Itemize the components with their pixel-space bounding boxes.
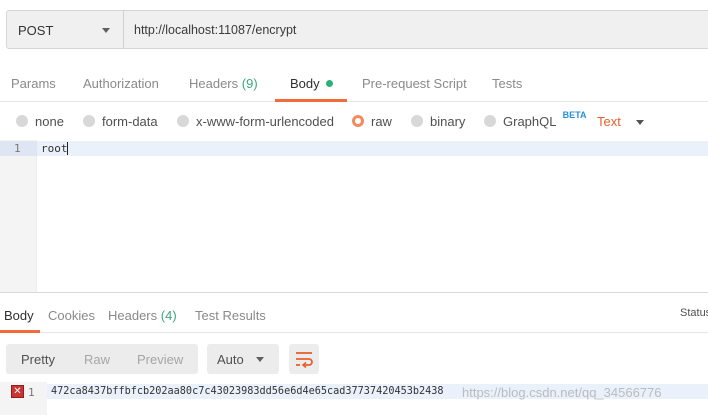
view-mode-pretty[interactable]: Pretty <box>21 352 55 367</box>
chevron-down-icon <box>256 357 264 362</box>
text-cursor <box>67 142 68 155</box>
radio-label: form-data <box>102 114 158 129</box>
postman-window: POST http://localhost:11087/encrypt Para… <box>0 0 708 415</box>
tab-count: (9) <box>241 76 258 91</box>
url-input[interactable]: http://localhost:11087/encrypt <box>123 10 708 49</box>
radio-label: GraphQL <box>503 114 557 129</box>
method-select[interactable]: POST <box>6 10 124 49</box>
radio-circle-icon <box>177 115 189 127</box>
active-line-highlight <box>0 141 708 156</box>
view-mode-preview[interactable]: Preview <box>137 352 183 367</box>
tab-label: Cookies <box>48 308 95 323</box>
view-mode-toggle: Pretty Raw Preview <box>6 344 198 374</box>
tab-label: Pre-request Script <box>362 76 467 91</box>
radio-circle-icon <box>83 115 95 127</box>
radio-label: raw <box>371 114 392 129</box>
wrap-lines-icon <box>296 352 313 369</box>
resp-tab-headers[interactable]: Headers (4) <box>108 308 177 323</box>
watermark: https://blog.csdn.net/qq_34566776 <box>462 385 662 400</box>
code-line: root <box>41 142 68 155</box>
tab-body[interactable]: Body <box>290 76 333 91</box>
radio-x-www-form-urlencoded[interactable]: x-www-form-urlencoded <box>177 114 334 129</box>
editor-gutter <box>0 140 37 292</box>
resp-tab-body[interactable]: Body <box>4 308 34 323</box>
response-body-viewer[interactable]: ✕ 1 472ca8437bffbfcb202aa80c7c43023983dd… <box>0 382 708 415</box>
beta-badge: BETA <box>562 110 587 120</box>
response-line: 472ca8437bffbfcb202aa80c7c43023983dd56e6… <box>51 386 444 397</box>
radio-circle-icon <box>411 115 423 127</box>
tab-label: Params <box>11 76 56 91</box>
format-select[interactable]: Auto <box>207 344 279 374</box>
line-number: 1 <box>14 142 21 155</box>
chevron-down-icon <box>102 28 110 33</box>
tab-pre-request-script[interactable]: Pre-request Script <box>362 76 467 91</box>
tab-label: Authorization <box>83 76 159 91</box>
radio-label: binary <box>430 114 466 129</box>
status-label: Status <box>680 307 708 319</box>
url-value: http://localhost:11087/encrypt <box>134 23 297 37</box>
radio-label: none <box>35 114 64 129</box>
format-label: Auto <box>217 352 244 367</box>
tab-label: Body <box>4 308 34 323</box>
resp-tab-cookies[interactable]: Cookies <box>48 308 95 323</box>
active-tab-underline <box>0 330 40 333</box>
error-x-icon: ✕ <box>11 385 24 398</box>
tab-count: (4) <box>160 308 177 323</box>
radio-checked-icon <box>352 115 364 127</box>
chevron-down-icon <box>636 120 644 125</box>
response-tabs: Body Cookies Headers (4) Test Results St… <box>0 293 708 333</box>
content-type-label: Text <box>597 114 621 129</box>
tab-label: Tests <box>492 76 523 91</box>
active-tab-underline <box>275 99 347 102</box>
tab-label: Test Results <box>195 308 266 323</box>
radio-none[interactable]: none <box>16 114 64 129</box>
radio-circle-icon <box>484 115 496 127</box>
active-dot-icon <box>325 80 333 87</box>
content-type-select[interactable]: Text <box>597 114 644 129</box>
tab-authorization[interactable]: Authorization <box>83 76 159 91</box>
request-url-bar: POST http://localhost:11087/encrypt <box>0 0 708 58</box>
radio-binary[interactable]: binary <box>411 114 465 129</box>
tab-headers[interactable]: Headers (9) <box>189 76 258 91</box>
resp-tab-test-results[interactable]: Test Results <box>195 308 266 323</box>
line-number: 1 <box>28 386 35 399</box>
body-type-options: none form-data x-www-form-urlencoded raw… <box>0 104 708 140</box>
wrap-lines-button[interactable] <box>289 344 319 374</box>
radio-label: x-www-form-urlencoded <box>196 114 334 129</box>
method-label: POST <box>18 23 54 38</box>
request-body-editor[interactable]: 1 root <box>0 140 708 292</box>
radio-form-data[interactable]: form-data <box>83 114 158 129</box>
tab-tests[interactable]: Tests <box>492 76 522 91</box>
tab-label: Headers <box>189 76 239 91</box>
radio-circle-icon <box>16 115 28 127</box>
request-tabs: Params Authorization Headers (9) Body Pr… <box>0 64 708 102</box>
radio-raw[interactable]: raw <box>352 114 392 129</box>
tab-label: Headers <box>108 308 158 323</box>
tab-label: Body <box>290 76 320 91</box>
radio-graphql[interactable]: GraphQL BETA <box>484 110 586 129</box>
tab-params[interactable]: Params <box>11 76 56 91</box>
view-mode-raw[interactable]: Raw <box>84 352 110 367</box>
response-toolbar: Pretty Raw Preview Auto <box>0 334 708 382</box>
